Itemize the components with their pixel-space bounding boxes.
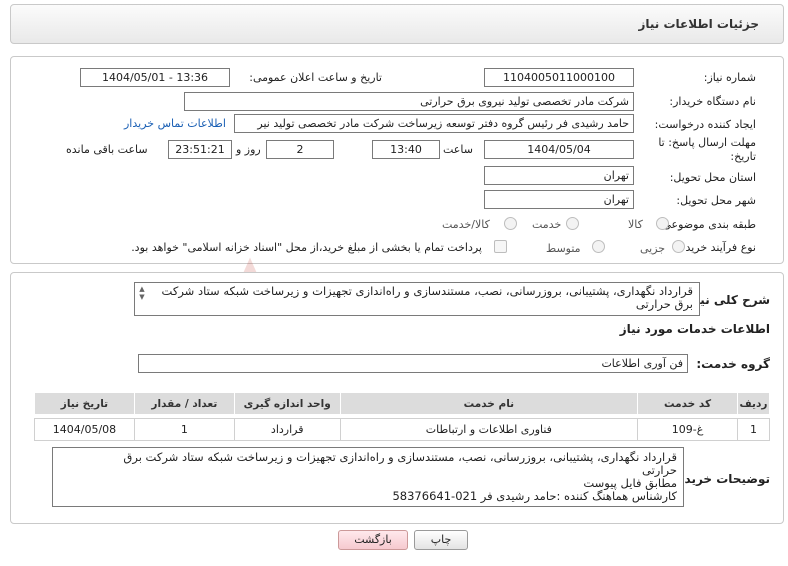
cell-need-date: 1404/05/08 bbox=[34, 418, 135, 441]
remaining-days-field[interactable]: 2 bbox=[266, 140, 334, 159]
province-label: استان محل تحویل: bbox=[669, 171, 756, 184]
col-service-name: نام خدمت bbox=[339, 392, 639, 415]
remaining-time-field[interactable]: 23:51:21 bbox=[168, 140, 232, 159]
purchase-type-minor-label: جزیی bbox=[640, 242, 666, 255]
category-option-both-label: کالا/خدمت bbox=[442, 218, 490, 231]
service-group-label: گروه خدمت: bbox=[696, 357, 770, 371]
cell-quantity: 1 bbox=[133, 418, 235, 441]
deadline-label: مهلت ارسال پاسخ: تا تاریخ: bbox=[658, 136, 756, 163]
city-label: شهر محل تحویل: bbox=[676, 194, 756, 207]
back-button[interactable]: بازگشت bbox=[338, 530, 408, 550]
category-option-goods-radio[interactable] bbox=[656, 217, 669, 230]
category-option-service-label: خدمت bbox=[532, 218, 562, 231]
city-field[interactable]: تهران bbox=[484, 190, 634, 209]
cell-row-number: 1 bbox=[736, 418, 771, 441]
treasury-checkbox[interactable] bbox=[494, 240, 507, 253]
col-quantity: تعداد / مقدار bbox=[133, 392, 235, 415]
province-field[interactable]: تهران bbox=[484, 166, 634, 185]
need-number-field[interactable]: 1104005011000100 bbox=[484, 68, 634, 87]
requester-label: ایجاد کننده درخواست: bbox=[654, 118, 756, 131]
category-option-service-radio[interactable] bbox=[566, 217, 579, 230]
purchase-type-medium-radio[interactable] bbox=[592, 240, 605, 253]
services-table: تاریخ نیاز تعداد / مقدار واحد اندازه گیر… bbox=[34, 392, 771, 441]
textarea-scroll-icon[interactable]: ▲ ▼ bbox=[137, 285, 147, 301]
deadline-date-field[interactable]: 1404/05/04 bbox=[484, 140, 634, 159]
purchase-type-minor-radio[interactable] bbox=[672, 240, 685, 253]
treasury-note: پرداخت تمام یا بخشی از مبلغ خرید،از محل … bbox=[131, 241, 482, 254]
buyer-notes-textarea[interactable]: قرارداد نگهداری، پشتیبانی، بروزرسانی، نص… bbox=[52, 447, 684, 507]
category-option-both-radio[interactable] bbox=[504, 217, 517, 230]
remaining-time-label: ساعت باقی مانده bbox=[66, 143, 148, 156]
buyer-notes-line: قرارداد نگهداری، پشتیبانی، بروزرسانی، نص… bbox=[123, 450, 677, 464]
buyer-org-label: نام دستگاه خریدار: bbox=[669, 95, 756, 108]
col-unit: واحد اندازه گیری bbox=[233, 392, 341, 415]
cell-service-code: غ-109 bbox=[637, 418, 738, 441]
summary-text: قرارداد نگهداری، پشتیبانی، بروزرسانی، نص… bbox=[161, 284, 693, 311]
services-section-title: اطلاعات خدمات مورد نیاز bbox=[619, 322, 770, 336]
services-table-header: تاریخ نیاز تعداد / مقدار واحد اندازه گیر… bbox=[34, 392, 771, 415]
category-label: طبقه بندی موضوعی: bbox=[658, 218, 756, 231]
col-row-number: ردیف bbox=[736, 392, 771, 415]
cell-service-name: فناوری اطلاعات و ارتباطات bbox=[339, 418, 639, 441]
print-button[interactable]: چاپ bbox=[414, 530, 468, 550]
summary-textarea[interactable]: قرارداد نگهداری، پشتیبانی، بروزرسانی، نص… bbox=[134, 282, 700, 316]
need-number-label: شماره نیاز: bbox=[703, 71, 756, 84]
deadline-time-label: ساعت bbox=[443, 143, 473, 156]
buyer-contact-link[interactable]: اطلاعات تماس خریدار bbox=[124, 117, 226, 130]
category-option-goods-label: کالا bbox=[628, 218, 643, 231]
buyer-org-field[interactable]: شرکت مادر تخصصی تولید نیروی برق حرارتی bbox=[184, 92, 634, 111]
announce-datetime-field[interactable]: 1404/05/01 - 13:36 bbox=[80, 68, 230, 87]
cell-unit: قرارداد bbox=[233, 418, 341, 441]
days-label: روز و bbox=[236, 143, 261, 156]
page-header: جزئیات اطلاعات نیاز bbox=[10, 4, 784, 44]
buyer-notes-line: کارشناس هماهنگ کننده :حامد رشیدی فر 021-… bbox=[392, 489, 677, 503]
service-group-field[interactable]: فن آوری اطلاعات bbox=[138, 354, 688, 373]
page-title: جزئیات اطلاعات نیاز bbox=[638, 17, 759, 31]
table-row[interactable]: 1404/05/08 1 قرارداد فناوری اطلاعات و ار… bbox=[34, 418, 771, 441]
col-service-code: کد خدمت bbox=[637, 392, 738, 415]
col-need-date: تاریخ نیاز bbox=[34, 392, 135, 415]
deadline-time-field[interactable]: 13:40 bbox=[372, 140, 440, 159]
purchase-type-medium-label: متوسط bbox=[546, 242, 581, 255]
purchase-type-label: نوع فرآیند خرید : bbox=[678, 241, 756, 254]
requester-field[interactable]: حامد رشیدی فر رئیس گروه دفتر توسعه زیرسا… bbox=[234, 114, 634, 133]
announce-datetime-label: تاریخ و ساعت اعلان عمومی: bbox=[249, 71, 382, 84]
